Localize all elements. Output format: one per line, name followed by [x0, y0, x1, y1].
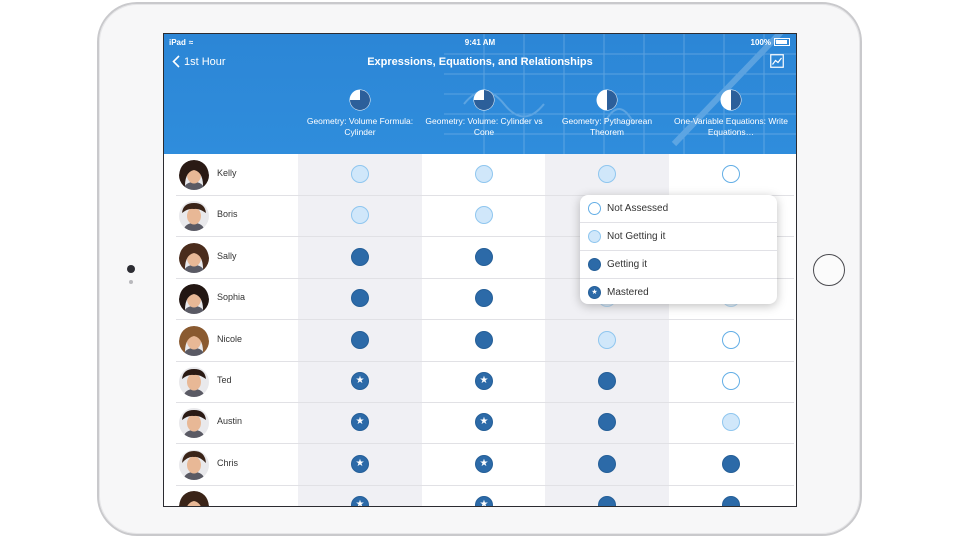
- mastery-pie-icon: [473, 89, 495, 111]
- avatar: [179, 325, 209, 356]
- mastery-cell-mastered[interactable]: ★: [351, 496, 369, 507]
- mastery-cell-getting-it[interactable]: [598, 413, 616, 432]
- popover-option-label: Getting it: [607, 259, 648, 270]
- mastery-cell-mastered[interactable]: ★: [351, 413, 369, 432]
- student-name: Sophia: [217, 292, 246, 303]
- back-button[interactable]: 1st Hour: [172, 55, 226, 68]
- star-icon: ★: [479, 457, 489, 469]
- mastery-cell-not-getting-it[interactable]: [351, 165, 369, 183]
- mastery-cell-not-assessed[interactable]: [722, 372, 740, 390]
- avatar: [179, 408, 209, 439]
- mastery-cell-mastered[interactable]: ★: [351, 454, 369, 473]
- mastery-cell-getting-it[interactable]: [598, 496, 616, 506]
- status-dot-icon: [588, 258, 601, 271]
- star-icon: ★: [355, 457, 365, 469]
- mastery-pie-icon: [349, 89, 371, 111]
- popover-option-not-assessed[interactable]: Not Assessed: [580, 195, 777, 223]
- mastery-pie-icon: [596, 89, 618, 111]
- mastery-cell-not-getting-it[interactable]: [475, 206, 493, 225]
- star-icon: ★: [355, 375, 365, 386]
- student-name: Nicole: [217, 333, 243, 344]
- star-icon: ★: [479, 499, 489, 507]
- mastery-cell-mastered[interactable]: ★: [475, 454, 493, 473]
- home-button[interactable]: [813, 254, 845, 286]
- student-name: Sally: [217, 250, 237, 261]
- screen: iPad ≈ 9:41 AM 100% 1st Hour Expressions,…: [163, 33, 797, 507]
- ambient-sensor: [129, 280, 133, 284]
- mastery-cell-not-getting-it[interactable]: [351, 206, 369, 225]
- popover-option-label: Not Assessed: [607, 203, 669, 214]
- popover-option-label: Not Getting it: [607, 231, 666, 242]
- battery-icon: [774, 38, 790, 46]
- header: iPad ≈ 9:41 AM 100% 1st Hour Expressions,…: [164, 34, 796, 154]
- student-name: Ted: [217, 375, 232, 385]
- mastery-cell-not-assessed[interactable]: [722, 165, 740, 183]
- star-icon: ★: [479, 375, 489, 386]
- avatar: [179, 449, 209, 480]
- mastery-cell-mastered[interactable]: ★: [351, 372, 369, 390]
- status-dot-icon: [588, 230, 601, 243]
- status-dot-icon: [588, 202, 601, 215]
- avatar: [179, 284, 209, 315]
- mastery-cell-not-getting-it[interactable]: [598, 330, 616, 349]
- status-dot-icon: ★: [588, 286, 601, 299]
- mastery-cell-not-getting-it[interactable]: [722, 413, 740, 432]
- student-name: Austin: [217, 416, 243, 427]
- star-icon: ★: [591, 289, 598, 296]
- column-header[interactable]: Geometry: Pythagorean Theorem: [545, 89, 669, 137]
- mastery-cell-not-getting-it[interactable]: [475, 165, 493, 183]
- student-row: Austin ★ ★: [176, 402, 794, 445]
- chart-icon[interactable]: [770, 54, 784, 68]
- mastery-cell-mastered[interactable]: ★: [475, 413, 493, 432]
- avatar: [179, 367, 209, 397]
- student-name: Chris: [217, 457, 239, 468]
- student-row: Chris ★ ★: [176, 444, 794, 486]
- mastery-cell-getting-it[interactable]: [722, 454, 740, 473]
- column-header[interactable]: One-Variable Equations: Write Equations…: [669, 89, 793, 137]
- star-icon: ★: [355, 499, 365, 507]
- mastery-cell-getting-it[interactable]: [351, 289, 369, 308]
- avatar: [179, 242, 209, 273]
- mastery-cell-getting-it[interactable]: [351, 330, 369, 349]
- chevron-left-icon: [172, 55, 180, 68]
- avatar: [179, 491, 209, 506]
- mastery-cell-not-getting-it[interactable]: [598, 165, 616, 183]
- column-header[interactable]: Geometry: Volume: Cylinder vs Cone: [422, 89, 546, 137]
- student-row: ★ ★: [176, 485, 794, 507]
- avatar: [179, 160, 209, 190]
- student-name: Kelly: [217, 168, 237, 178]
- column-header-label: Geometry: Pythagorean Theorem: [561, 116, 653, 137]
- student-name: Boris: [217, 209, 238, 220]
- mastery-cell-getting-it[interactable]: [475, 247, 493, 266]
- back-label: 1st Hour: [184, 55, 226, 68]
- mastery-cell-not-assessed[interactable]: [722, 330, 740, 349]
- student-row: Nicole: [176, 320, 794, 362]
- column-header-label: Geometry: Volume Formula: Cylinder: [306, 116, 414, 137]
- mastery-pie-icon: [720, 89, 742, 111]
- status-battery: 100%: [751, 38, 790, 47]
- status-popover: Not Assessed Not Getting it Getting it ★ Mas…: [580, 195, 777, 304]
- column-header-label: One-Variable Equations: Write Equations…: [673, 116, 789, 137]
- mastery-cell-mastered[interactable]: ★: [475, 496, 493, 507]
- student-row: Kelly: [176, 154, 794, 196]
- status-time: 9:41 AM: [464, 38, 496, 47]
- column-header[interactable]: Geometry: Volume Formula: Cylinder: [298, 89, 422, 137]
- star-icon: ★: [355, 416, 365, 428]
- popover-option-label: Mastered: [607, 287, 649, 298]
- student-row: Ted ★ ★: [176, 361, 794, 403]
- popover-option-mastered[interactable]: ★ Mastered: [580, 279, 777, 304]
- mastery-cell-getting-it[interactable]: [598, 372, 616, 390]
- mastery-cell-getting-it[interactable]: [351, 247, 369, 266]
- mastery-cell-getting-it[interactable]: [598, 454, 616, 473]
- avatar: [179, 201, 209, 232]
- popover-option-getting-it[interactable]: Getting it: [580, 251, 777, 279]
- column-header-label: Geometry: Volume: Cylinder vs Cone: [425, 116, 543, 137]
- popover-option-not-getting-it[interactable]: Not Getting it: [580, 223, 777, 251]
- front-camera: [127, 265, 135, 273]
- mastery-cell-getting-it[interactable]: [475, 330, 493, 349]
- mastery-cell-mastered[interactable]: ★: [475, 372, 493, 390]
- mastery-cell-getting-it[interactable]: [722, 496, 740, 506]
- mastery-cell-getting-it[interactable]: [475, 289, 493, 308]
- star-icon: ★: [479, 416, 489, 428]
